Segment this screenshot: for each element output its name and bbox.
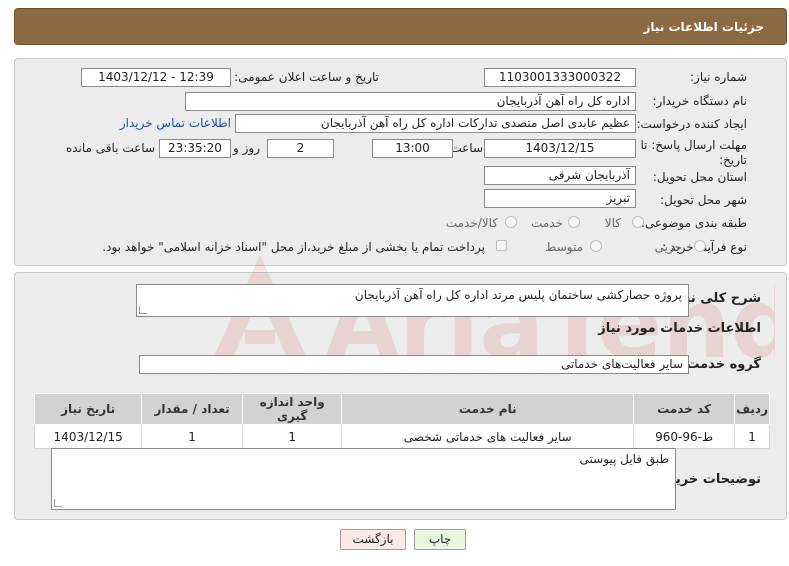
announce-datetime-label: تاریخ و ساعت اعلان عمومی: xyxy=(234,70,379,84)
page-title: جزئیات اطلاعات نیاز xyxy=(643,20,764,34)
category-goods-radio[interactable] xyxy=(632,216,644,228)
need-number-label: شماره نیاز: xyxy=(690,70,747,84)
general-desc-textarea[interactable]: پروژه حصارکشی ساختمان پلیس مرتد اداره کل… xyxy=(136,284,689,317)
process-minor-label: جزیی xyxy=(654,240,682,254)
cell-need-date: 1403/12/15 xyxy=(33,424,143,449)
buyer-notes-textarea[interactable]: طبق فایل پیوستی xyxy=(51,448,676,510)
cell-row-number: 1 xyxy=(734,424,770,449)
page-header: جزئیات اطلاعات نیاز xyxy=(14,8,787,45)
requester-label: ایجاد کننده درخواست: xyxy=(636,117,747,131)
resize-grip-icon[interactable] xyxy=(54,499,62,507)
col-service-name-header: نام خدمت xyxy=(341,393,635,425)
deadline-date-field: 1403/12/15 xyxy=(484,139,636,158)
buyer-contact-link[interactable]: اطلاعات تماس خریدار xyxy=(120,116,231,130)
buyer-org-field: اداره کل راه آهن آذربایجان xyxy=(185,92,636,111)
province-label: استان محل تحویل: xyxy=(652,170,747,184)
resize-grip-icon[interactable] xyxy=(139,306,147,314)
announce-datetime-field: 1403/12/12 - 12:39 xyxy=(81,68,231,87)
days-label: روز و xyxy=(233,141,260,155)
deadline-time-field: 13:00 xyxy=(372,139,453,158)
deadline-label-line1: مهلت ارسال پاسخ: تا xyxy=(640,138,747,152)
remaining-time-field: 23:35:20 xyxy=(159,139,231,158)
col-row-header: ردیف xyxy=(734,393,770,425)
cell-service-name: سایر فعالیت های خدماتی شخصی xyxy=(341,424,635,449)
category-goods-service-label: کالا/خدمت xyxy=(445,216,498,230)
process-medium-radio[interactable] xyxy=(590,240,602,252)
deadline-time-label: ساعت xyxy=(450,141,483,155)
category-goods-service-radio[interactable] xyxy=(505,216,517,228)
days-field: 2 xyxy=(267,139,334,158)
buyer-org-label: نام دستگاه خریدار: xyxy=(652,94,748,108)
cell-service-code: ط-96-960 xyxy=(633,424,736,449)
back-button[interactable]: بازگشت xyxy=(340,529,406,550)
cell-quantity: 1 xyxy=(141,424,243,449)
category-service-label: خدمت xyxy=(531,216,563,230)
city-label: شهر محل تحویل: xyxy=(660,193,747,207)
category-service-radio[interactable] xyxy=(568,216,580,228)
treasury-payment-checkbox[interactable] xyxy=(496,240,507,251)
requester-field: عظیم عابدی اصل متصدی تدارکات اداره کل را… xyxy=(235,114,636,133)
general-desc-text: پروژه حصارکشی ساختمان پلیس مرتد اداره کل… xyxy=(354,288,682,302)
city-field: تبریز xyxy=(484,189,636,208)
deadline-label-line2: تاریخ: xyxy=(719,153,747,167)
province-field: آذربایجان شرقی xyxy=(484,166,636,185)
col-quantity-header: تعداد / مقدار xyxy=(141,393,243,425)
process-medium-label: متوسط xyxy=(545,240,583,254)
treasury-payment-note: پرداخت تمام یا بخشی از مبلغ خرید،از محل … xyxy=(102,240,485,254)
remaining-label: ساعت باقی مانده xyxy=(65,141,155,155)
col-service-code-header: کد خدمت xyxy=(633,393,736,425)
service-group-field: سایر فعالیت‌های خدماتی xyxy=(139,355,689,374)
table-header-row: ردیف کد خدمت نام خدمت واحد اندازه گیری ت… xyxy=(33,393,770,425)
cell-unit: 1 xyxy=(241,424,343,449)
service-group-label: گروه خدمت: xyxy=(681,357,761,372)
col-unit-header: واحد اندازه گیری xyxy=(241,393,343,425)
col-need-date-header: تاریخ نیاز xyxy=(33,393,143,425)
services-info-title: اطلاعات خدمات مورد نیاز xyxy=(598,321,761,336)
process-minor-radio[interactable] xyxy=(694,240,706,252)
buyer-notes-text: طبق فایل پیوستی xyxy=(579,452,669,466)
print-button[interactable]: چاپ xyxy=(414,529,466,550)
need-number-field: 1103001333000322 xyxy=(484,68,636,87)
category-label: طبقه بندی موضوعی: xyxy=(640,216,747,230)
table-row: 1 ط-96-960 سایر فعالیت های خدماتی شخصی 1… xyxy=(33,424,770,449)
services-table: ردیف کد خدمت نام خدمت واحد اندازه گیری ت… xyxy=(33,393,770,449)
category-goods-label: کالا xyxy=(604,216,621,230)
need-info-panel xyxy=(14,58,787,266)
